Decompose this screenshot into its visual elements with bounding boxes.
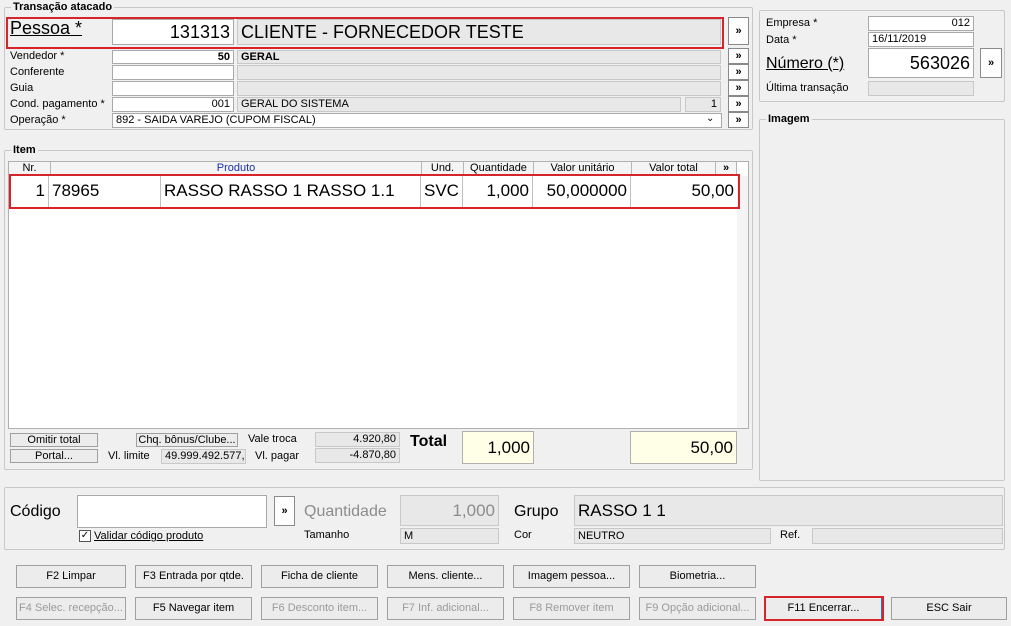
vendedor-more-button[interactable]: » <box>728 48 749 64</box>
total-label: Total <box>410 433 448 450</box>
empresa-label: Empresa * <box>766 17 818 29</box>
portal-button[interactable]: Portal... <box>10 449 98 463</box>
numero-input[interactable]: 563026 <box>868 48 974 78</box>
vl-limite-label: Vl. limite <box>108 450 150 462</box>
vale-troca-label: Vale troca <box>248 433 297 445</box>
operacao-more-button[interactable]: » <box>728 112 749 128</box>
pessoa-highlight <box>6 17 724 49</box>
empresa-input[interactable]: 012 <box>868 16 974 31</box>
codigo-more-button[interactable]: » <box>274 496 295 526</box>
codigo-label: Código <box>10 503 61 520</box>
grupo-label: Grupo <box>514 503 559 520</box>
conferente-code-input[interactable] <box>112 65 234 80</box>
pessoa-more-button[interactable]: » <box>728 17 749 45</box>
guia-more-button[interactable]: » <box>728 80 749 96</box>
guia-code-input[interactable] <box>112 81 234 96</box>
f7-inf-adicional-button[interactable]: F7 Inf. adicional... <box>387 597 504 620</box>
quantidade-label: Quantidade <box>304 503 387 520</box>
cor-value: NEUTRO <box>574 528 771 544</box>
total-qtd: 1,000 <box>462 431 534 464</box>
cond-pagamento-code-input[interactable]: 001 <box>112 97 234 112</box>
operacao-select[interactable]: 892 - SAIDA VAREJO (CUPOM FISCAL) <box>112 113 722 128</box>
vale-troca-value: 4.920,80 <box>315 432 400 447</box>
cond-pagamento-more-button[interactable]: » <box>728 96 749 112</box>
tamanho-label: Tamanho <box>304 529 350 541</box>
chevron-down-icon[interactable]: ⌄ <box>706 113 714 124</box>
numero-more-button[interactable]: » <box>980 48 1002 78</box>
transacao-title: Transação atacado <box>11 1 115 13</box>
biometria-button[interactable]: Biometria... <box>639 565 756 588</box>
f8-remover-item-button[interactable]: F8 Remover item <box>513 597 630 620</box>
vendedor-code-input[interactable]: 50 <box>112 50 234 64</box>
data-input[interactable]: 16/11/2019 <box>868 32 974 47</box>
guia-name <box>237 81 721 96</box>
operacao-label: Operação * <box>10 114 66 126</box>
data-label: Data * <box>766 34 797 46</box>
tamanho-value: M <box>400 528 499 544</box>
quantidade-input: 1,000 <box>400 495 499 526</box>
grid-scrollbar[interactable] <box>737 176 748 428</box>
f9-opcao-adicional-button[interactable]: F9 Opção adicional... <box>639 597 756 620</box>
conferente-more-button[interactable]: » <box>728 64 749 80</box>
validar-checkbox[interactable]: ✓ <box>79 530 91 542</box>
f5-navegar-item-button[interactable]: F5 Navegar item <box>135 597 252 620</box>
ultima-transacao-value <box>868 81 974 96</box>
numero-label: Número (*) <box>766 55 845 72</box>
cor-label: Cor <box>514 529 532 541</box>
codigo-input[interactable] <box>77 495 267 528</box>
ficha-cliente-button[interactable]: Ficha de cliente <box>261 565 378 588</box>
guia-label: Guia <box>10 82 34 94</box>
imagem-group: Imagem <box>759 113 1005 481</box>
cond-pagamento-name: GERAL DO SISTEMA <box>237 97 681 112</box>
f3-entrada-button[interactable]: F3 Entrada por qtde. <box>135 565 252 588</box>
chq-bonus-button[interactable]: Chq. bônus/Clube... <box>136 433 238 447</box>
vendedor-name: GERAL <box>237 50 721 64</box>
omitir-total-button[interactable]: Omitir total <box>10 433 98 447</box>
mens-cliente-button[interactable]: Mens. cliente... <box>387 565 504 588</box>
vl-pagar-label: Vl. pagar <box>255 450 300 462</box>
esc-sair-button[interactable]: ESC Sair <box>891 597 1007 620</box>
vendedor-label: Vendedor * <box>10 50 65 62</box>
cond-pagamento-num: 1 <box>685 97 721 112</box>
grupo-value: RASSO 1 1 <box>574 495 1003 526</box>
f2-limpar-button[interactable]: F2 Limpar <box>16 565 126 588</box>
conferente-name <box>237 65 721 80</box>
imagem-pessoa-button[interactable]: Imagem pessoa... <box>513 565 630 588</box>
conferente-label: Conferente <box>10 66 65 78</box>
item-title: Item <box>11 144 38 156</box>
vl-limite-value: 49.999.492.577,6 <box>161 449 246 464</box>
f4-selec-recepcao-button[interactable]: F4 Selec. recepção... <box>16 597 126 620</box>
ref-label: Ref. <box>780 529 801 541</box>
vl-pagar-value: -4.870,80 <box>315 448 400 463</box>
f11-highlight <box>764 596 884 621</box>
cond-pagamento-label: Cond. pagamento * <box>10 98 105 110</box>
validar-label: Validar código produto <box>94 530 204 542</box>
ref-value <box>812 528 1003 544</box>
imagem-title: Imagem <box>766 113 812 125</box>
f6-desconto-item-button[interactable]: F6 Desconto item... <box>261 597 378 620</box>
row-highlight <box>9 174 740 209</box>
ultima-transacao-label: Última transação <box>766 82 849 94</box>
total-valor: 50,00 <box>630 431 737 464</box>
